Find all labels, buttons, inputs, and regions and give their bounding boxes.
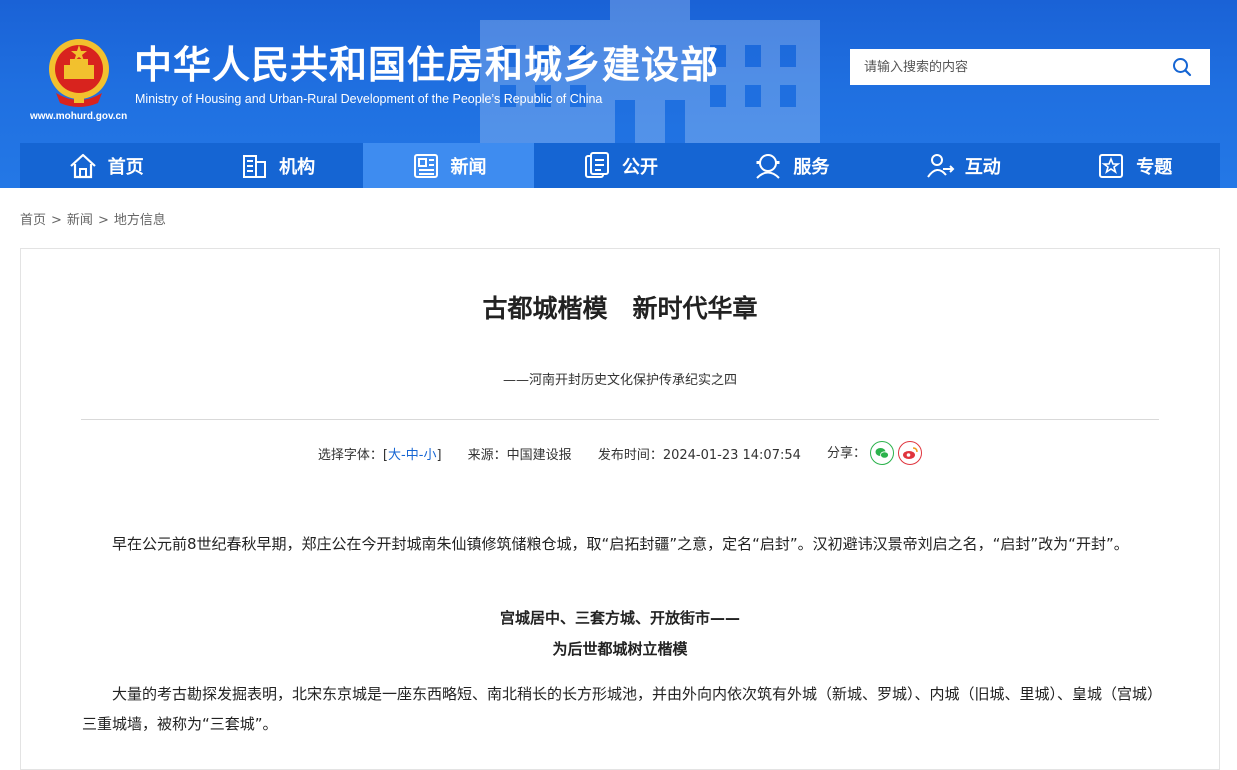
article-source: 来源：中国建设报 xyxy=(467,447,572,463)
breadcrumb-current[interactable]: 地方信息 xyxy=(114,213,166,228)
interaction-icon xyxy=(926,153,955,178)
breadcrumb-home[interactable]: 首页 xyxy=(20,213,46,228)
font-size-label: 选择字体：[ xyxy=(317,447,388,463)
nav-label-interaction: 互动 xyxy=(964,156,1001,178)
nav-item-public[interactable]: 公开 xyxy=(534,143,705,188)
nav-item-home[interactable]: 首页 xyxy=(20,143,191,188)
nav-item-organization[interactable]: 机构 xyxy=(191,143,362,188)
site-url: www.mohurd.gov.cn xyxy=(30,111,128,122)
font-large-link[interactable]: 大 xyxy=(388,448,401,463)
nav-label-news: 新闻 xyxy=(450,156,487,178)
article-subtitle: ——河南开封历史文化保护传承纪实之四 xyxy=(502,373,737,388)
font-medium-link[interactable]: 中 xyxy=(406,448,419,463)
article-container: 古都城楷模 新时代华章 ——河南开封历史文化保护传承纪实之四 选择字体：[大-中… xyxy=(20,248,1220,770)
title-divider xyxy=(81,419,1159,420)
site-header: 中华人民共和国住房和城乡建设部 Ministry of Housing and … xyxy=(0,0,1237,188)
font-size-close: ] xyxy=(436,447,442,463)
breadcrumb-separator: > xyxy=(97,213,109,228)
weibo-share-icon[interactable] xyxy=(898,441,923,465)
nav-label-home: 首页 xyxy=(107,156,144,178)
home-icon xyxy=(69,153,96,178)
search-box xyxy=(850,49,1210,85)
nav-item-service[interactable]: 服务 xyxy=(706,143,877,188)
font-size-selector: 选择字体：[大-中-小] xyxy=(318,448,442,463)
font-small-link[interactable]: 小 xyxy=(423,448,436,463)
main-nav: 首页 机构 新闻 公开 服务 互动 专题 xyxy=(20,143,1220,188)
search-icon[interactable] xyxy=(1172,57,1192,77)
nav-label-organization: 机构 xyxy=(279,156,316,178)
service-icon xyxy=(756,153,781,179)
article-publish-time: 发布时间：2024-01-23 14:07:54 xyxy=(597,447,801,463)
article-meta: 选择字体：[大-中-小] 来源：中国建设报 发布时间：2024-01-23 14… xyxy=(21,441,1219,465)
nav-item-news[interactable]: 新闻 xyxy=(362,143,535,188)
site-title: 中华人民共和国住房和城乡建设部 xyxy=(134,43,720,87)
search-input[interactable] xyxy=(864,49,1154,85)
breadcrumb: 首页 > 新闻 > 地方信息 xyxy=(20,209,166,228)
nav-label-public: 公开 xyxy=(621,156,658,178)
nav-label-service: 服务 xyxy=(793,156,830,178)
share-section: 分享： xyxy=(827,441,923,465)
nav-label-topic: 专题 xyxy=(1136,156,1173,178)
site-subtitle: Ministry of Housing and Urban-Rural Deve… xyxy=(135,92,603,106)
share-label: 分享： xyxy=(827,445,867,461)
topic-star-icon xyxy=(1099,153,1124,178)
wechat-share-icon[interactable] xyxy=(870,441,895,465)
breadcrumb-separator: > xyxy=(51,213,62,228)
building-icon xyxy=(243,154,267,178)
news-icon xyxy=(413,153,438,178)
national-emblem-logo xyxy=(49,39,109,107)
nav-item-topic[interactable]: 专题 xyxy=(1049,143,1220,188)
document-icon xyxy=(584,151,609,178)
nav-item-interaction[interactable]: 互动 xyxy=(877,143,1048,188)
breadcrumb-news[interactable]: 新闻 xyxy=(67,213,93,228)
article-paragraph: 大量的考古勘探发掘表明，北宋东京城是一座东西略短、南北稍长的长方形城池，并由外向… xyxy=(82,685,1155,733)
article-title: 古都城楷模 新时代华章 xyxy=(482,294,758,323)
article-paragraph: 早在公元前8世纪春秋早期，郑庄公在今开封城南朱仙镇修筑储粮仓城，取“启拓封疆”之… xyxy=(112,535,1129,553)
section-heading: 宫城居中、三套方城、开放街市—— xyxy=(499,609,740,627)
section-heading: 为后世都城树立楷模 xyxy=(552,640,688,658)
